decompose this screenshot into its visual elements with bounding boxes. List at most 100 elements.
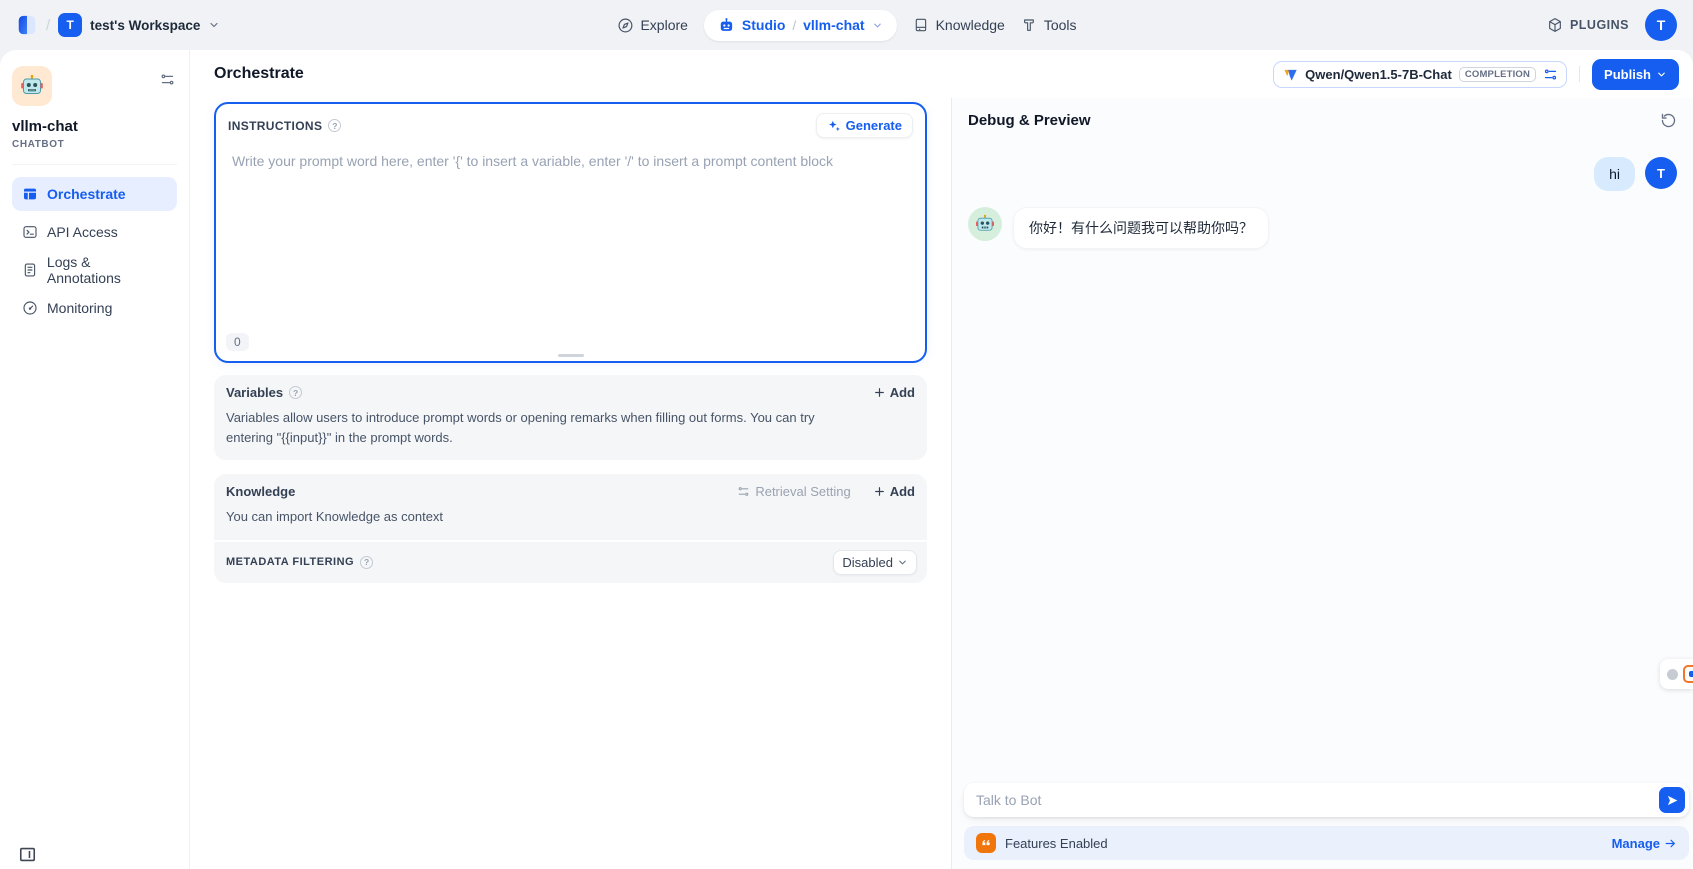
variables-description: Variables allow users to introduce promp…: [214, 408, 854, 460]
gauge-icon: [22, 300, 38, 316]
instructions-title: INSTRUCTIONS: [228, 119, 322, 133]
variables-title: Variables: [226, 385, 283, 400]
features-icon: [976, 833, 996, 853]
knowledge-section: Knowledge Retrieval Setting Add: [214, 474, 927, 583]
manage-features-link[interactable]: Manage: [1612, 836, 1677, 851]
publish-button[interactable]: Publish: [1592, 59, 1679, 90]
book-icon: [913, 17, 929, 33]
sidebar-item-monitoring[interactable]: Monitoring: [12, 291, 177, 325]
model-mode-badge: COMPLETION: [1459, 67, 1536, 82]
robot-icon: [718, 17, 735, 34]
sliders-icon: [737, 485, 750, 498]
chat-input[interactable]: [964, 783, 1689, 817]
divider: [1579, 66, 1580, 82]
chevron-down-icon: [872, 20, 883, 31]
instructions-panel: INSTRUCTIONS ? Generate 0: [214, 102, 927, 363]
chat-input-dock: Features Enabled Manage: [964, 783, 1689, 860]
bot-message-bubble: 你好！有什么问题我可以帮助你吗？: [1013, 207, 1269, 249]
sidebar-item-orchestrate[interactable]: Orchestrate: [12, 177, 177, 211]
add-variable-button[interactable]: Add: [873, 385, 915, 400]
features-bar: Features Enabled Manage: [964, 826, 1689, 860]
user-avatar: T: [1645, 157, 1677, 189]
chat-area: hi T 你好！有什么问题我可以帮助你吗？: [952, 129, 1693, 869]
app-settings-icon[interactable]: [160, 72, 175, 92]
app-icon[interactable]: [12, 66, 52, 106]
floating-helper-widget[interactable]: [1660, 659, 1693, 689]
content-area: vllm-chat CHATBOT Orchestrate API Access…: [0, 50, 1693, 869]
cube-icon: [1547, 17, 1563, 33]
collapse-sidebar-button[interactable]: [18, 845, 37, 864]
resize-handle[interactable]: [558, 354, 584, 357]
hammer-icon: [1021, 17, 1037, 33]
features-enabled-label: Features Enabled: [1005, 836, 1108, 851]
chevron-down-icon[interactable]: [208, 19, 220, 31]
nav-studio-label: Studio: [742, 17, 786, 33]
vllm-logo-icon: [1283, 67, 1298, 82]
sidebar-item-api-access[interactable]: API Access: [12, 215, 177, 249]
user-avatar[interactable]: T: [1645, 9, 1677, 41]
explore-icon: [616, 17, 633, 34]
chevron-down-icon: [1656, 69, 1667, 80]
nav-app-label: vllm-chat: [803, 17, 864, 33]
orchestrate-topbar: Orchestrate Qwen/Qwen1.5-7B-Chat COMPLET…: [190, 50, 1693, 98]
help-icon[interactable]: ?: [289, 386, 302, 399]
nav-studio-pill[interactable]: Studio / vllm-chat: [704, 10, 897, 41]
chat-message-user: hi T: [968, 157, 1677, 191]
model-name: Qwen/Qwen1.5-7B-Chat: [1305, 67, 1452, 82]
status-dot: [1667, 669, 1678, 680]
orchestrate-panel: INSTRUCTIONS ? Generate 0: [190, 98, 952, 869]
terminal-icon: [22, 224, 38, 240]
chat-message-bot: 你好！有什么问题我可以帮助你吗？: [968, 207, 1677, 249]
model-selector[interactable]: Qwen/Qwen1.5-7B-Chat COMPLETION: [1273, 61, 1567, 88]
sidebar-item-logs-annotations[interactable]: Logs & Annotations: [12, 253, 177, 287]
chevron-down-icon: [897, 557, 908, 568]
app-type-label: CHATBOT: [12, 139, 177, 150]
debug-preview-title: Debug & Preview: [968, 112, 1091, 129]
bot-avatar: [968, 207, 1002, 241]
breadcrumb-slash: /: [46, 17, 50, 34]
user-message-bubble: hi: [1594, 157, 1635, 191]
model-params-icon: [1543, 67, 1558, 82]
retrieval-setting-button[interactable]: Retrieval Setting: [737, 484, 850, 499]
send-button[interactable]: [1659, 787, 1685, 813]
variables-section: Variables ? Add Variables allow users to…: [214, 375, 927, 460]
plugin-badge-icon: [1683, 665, 1693, 683]
page-title: Orchestrate: [214, 65, 304, 83]
panel-collapse-icon: [18, 845, 37, 864]
dify-logo[interactable]: [16, 14, 38, 36]
help-icon[interactable]: ?: [360, 556, 373, 569]
logs-icon: [22, 262, 38, 278]
top-header: / T test's Workspace Explore Studio / vl…: [0, 0, 1693, 50]
metadata-filtering-dropdown[interactable]: Disabled: [833, 550, 917, 575]
metadata-filtering-row: METADATA FILTERING ? Disabled: [214, 542, 927, 583]
knowledge-title: Knowledge: [226, 484, 295, 499]
arrow-right-icon: [1664, 837, 1677, 850]
sparkles-icon: [827, 119, 841, 133]
send-icon: [1666, 794, 1679, 807]
metadata-filtering-title: METADATA FILTERING: [226, 556, 354, 568]
orchestrate-icon: [22, 186, 38, 202]
nav-knowledge[interactable]: Knowledge: [913, 17, 1005, 33]
debug-preview-panel: Debug & Preview hi T: [952, 98, 1693, 869]
robot-emoji-icon: [20, 74, 44, 98]
char-count-badge: 0: [226, 333, 249, 351]
nav-explore[interactable]: Explore: [616, 17, 687, 34]
app-sidebar: vllm-chat CHATBOT Orchestrate API Access…: [0, 50, 190, 869]
robot-emoji-icon: [975, 214, 995, 234]
instructions-input[interactable]: [232, 153, 909, 325]
nav-tools[interactable]: Tools: [1021, 17, 1077, 33]
plugins-button[interactable]: PLUGINS: [1547, 17, 1629, 33]
plus-icon: [873, 485, 886, 498]
generate-button[interactable]: Generate: [816, 113, 913, 138]
divider: [12, 164, 177, 165]
plus-icon: [873, 386, 886, 399]
main-nav: Explore Studio / vllm-chat Knowledge Too…: [616, 0, 1076, 50]
workspace-avatar[interactable]: T: [58, 13, 82, 37]
restart-conversation-icon[interactable]: [1660, 112, 1677, 129]
add-knowledge-button[interactable]: Add: [873, 484, 915, 499]
help-icon[interactable]: ?: [328, 119, 341, 132]
knowledge-description: You can import Knowledge as context: [214, 507, 927, 540]
app-name: vllm-chat: [12, 118, 177, 135]
workspace-name[interactable]: test's Workspace: [90, 18, 200, 33]
app-window: / T test's Workspace Explore Studio / vl…: [0, 0, 1693, 869]
